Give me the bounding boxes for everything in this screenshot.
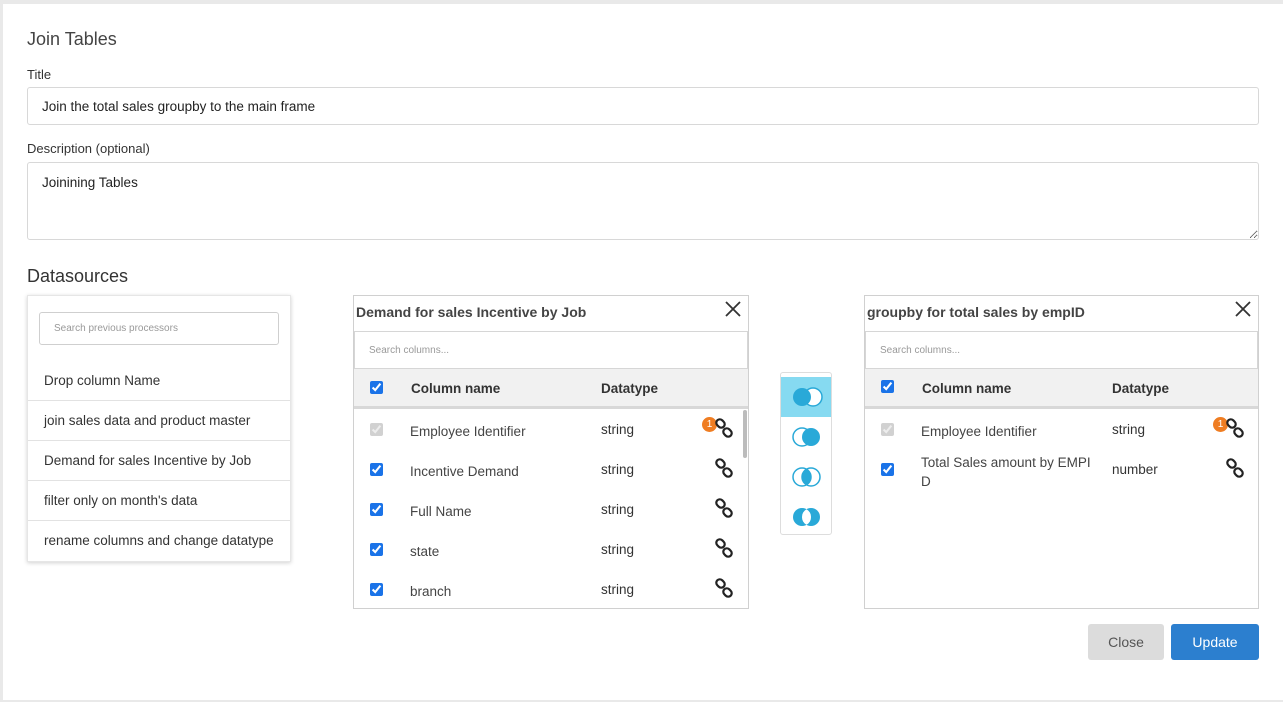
right-join-icon	[792, 427, 820, 447]
column-name-header: Column name	[922, 381, 1012, 396]
processor-list: Drop column Name join sales data and pro…	[28, 361, 290, 561]
right-column-search-input[interactable]	[865, 331, 1258, 369]
link-icon[interactable]	[1225, 418, 1245, 438]
column-name: Incentive Demand	[410, 464, 519, 479]
inner-join-icon	[792, 467, 821, 487]
select-all-checkbox[interactable]	[881, 380, 894, 393]
table-row: Total Sales amount by EMPID number	[865, 449, 1258, 489]
row-checkbox[interactable]	[370, 503, 383, 516]
column-datatype: string	[601, 462, 635, 477]
link-icon[interactable]	[1225, 458, 1245, 478]
left-table-body: Employee Identifier string 1 Incentive D…	[354, 409, 748, 608]
title-input[interactable]	[27, 87, 1259, 125]
row-checkbox	[370, 423, 383, 436]
title-label: Title	[27, 67, 52, 82]
scrollbar-thumb[interactable]	[743, 410, 747, 458]
table-row: Employee Identifier string 1	[865, 409, 1258, 449]
column-name: state	[410, 544, 440, 559]
processor-list-panel: Drop column Name join sales data and pro…	[27, 295, 291, 562]
left-table-panel: Demand for sales Incentive by Job Column…	[353, 295, 749, 609]
right-table-body: Employee Identifier string 1 Total Sales…	[865, 409, 1258, 489]
left-join-icon	[793, 387, 823, 407]
row-checkbox[interactable]	[370, 543, 383, 556]
row-checkbox[interactable]	[370, 463, 383, 476]
join-type-inner[interactable]	[781, 457, 831, 497]
processor-item[interactable]: filter only on month's data	[28, 481, 290, 521]
row-checkbox[interactable]	[881, 463, 894, 476]
column-datatype: string	[601, 542, 635, 557]
column-name-header: Column name	[411, 381, 501, 396]
table-row: branch string	[354, 569, 748, 608]
column-datatype: string	[1112, 422, 1146, 437]
datatype-header: Datatype	[601, 381, 659, 396]
row-checkbox	[881, 423, 894, 436]
column-name: branch	[410, 584, 452, 599]
processor-item[interactable]: join sales data and product master	[28, 401, 290, 441]
description-label: Description (optional)	[27, 141, 150, 156]
datatype-header: Datatype	[1112, 381, 1170, 396]
right-table-header: Column name Datatype	[865, 369, 1258, 409]
dialog-title: Join Tables	[27, 29, 117, 49]
column-datatype: string	[601, 422, 635, 437]
join-type-selector	[780, 372, 832, 535]
join-tables-dialog: Join Tables Title Description (optional)…	[3, 4, 1283, 700]
processor-item[interactable]: Demand for sales Incentive by Job	[28, 441, 290, 481]
table-row: Full Name string	[354, 489, 748, 529]
left-column-search-input[interactable]	[354, 331, 748, 369]
column-name: Employee Identifier	[410, 424, 526, 439]
column-name: Full Name	[410, 504, 472, 519]
left-table-header: Column name Datatype	[354, 369, 748, 409]
link-icon[interactable]	[714, 578, 734, 598]
close-button[interactable]: Close	[1088, 624, 1164, 660]
link-icon[interactable]	[714, 458, 734, 478]
column-datatype: string	[601, 502, 635, 517]
processor-search-input[interactable]	[39, 312, 279, 345]
join-type-right[interactable]	[781, 417, 831, 457]
link-icon[interactable]	[714, 498, 734, 518]
processor-item[interactable]: Drop column Name	[28, 361, 290, 401]
row-checkbox[interactable]	[370, 583, 383, 596]
column-name: Employee Identifier	[921, 424, 1037, 439]
table-row: Employee Identifier string 1	[354, 409, 748, 449]
close-icon[interactable]	[1232, 298, 1254, 320]
right-table-title: groupby for total sales by empID	[867, 304, 1085, 320]
table-row: state string	[354, 529, 748, 569]
select-all-checkbox[interactable]	[370, 381, 383, 394]
column-datatype: string	[601, 582, 635, 597]
column-name: Total Sales amount by EMPID	[921, 455, 1091, 489]
right-table-panel: groupby for total sales by empID Column …	[864, 295, 1259, 609]
table-row: Incentive Demand string	[354, 449, 748, 489]
join-type-left[interactable]	[781, 377, 831, 417]
outer-join-icon	[793, 508, 820, 526]
column-datatype: number	[1112, 462, 1158, 477]
datasources-heading: Datasources	[27, 266, 129, 286]
processor-item[interactable]: rename columns and change datatype	[28, 521, 290, 561]
close-icon[interactable]	[722, 298, 744, 320]
join-type-outer[interactable]	[781, 497, 831, 537]
link-icon[interactable]	[714, 538, 734, 558]
link-icon[interactable]	[714, 418, 734, 438]
description-input[interactable]: Joinining Tables	[27, 162, 1259, 240]
left-table-title: Demand for sales Incentive by Job	[356, 304, 587, 320]
update-button[interactable]: Update	[1171, 624, 1259, 660]
